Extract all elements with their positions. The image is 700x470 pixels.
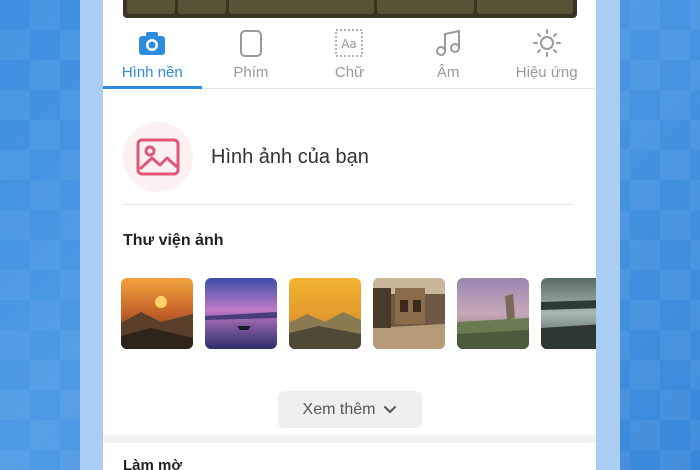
own-photos-icon-wrap — [123, 122, 193, 192]
tab-label: Âm — [436, 64, 460, 81]
phone-screen: Hình nền Phím Aa Chữ Âm Hiệu ứng Hình ản… — [103, 0, 596, 470]
music-note-icon — [436, 29, 461, 56]
see-more-button[interactable]: Xem thêm — [278, 391, 422, 428]
theme-tab-bar: Hình nền Phím Aa Chữ Âm Hiệu ứng — [103, 22, 596, 89]
keyboard-key — [377, 0, 474, 14]
library-photo[interactable] — [457, 278, 529, 349]
keyboard-key — [178, 0, 227, 14]
tab-label: Chữ — [334, 64, 365, 81]
see-more-label: Xem thêm — [302, 400, 376, 418]
own-photos-label: Hình ảnh của bạn — [211, 145, 369, 168]
keyboard-preview — [123, 0, 577, 18]
library-photo[interactable] — [205, 278, 277, 349]
library-photo[interactable] — [121, 278, 193, 349]
tab-label: Hiệu ứng — [515, 64, 578, 81]
photo-library-title: Thư viện ảnh — [123, 232, 224, 249]
keyboard-key — [476, 0, 573, 14]
keyboard-key — [127, 0, 176, 14]
tab-sound[interactable]: Âm — [399, 22, 498, 88]
image-icon — [136, 138, 180, 176]
phone-frame: Hình nền Phím Aa Chữ Âm Hiệu ứng Hình ản… — [80, 0, 620, 470]
key-icon — [239, 30, 262, 57]
camera-icon — [139, 32, 166, 55]
svg-text:Aa: Aa — [342, 37, 358, 51]
tab-label: Phím — [233, 64, 269, 81]
section-divider — [103, 435, 596, 443]
own-photos-row[interactable]: Hình ảnh của bạn — [123, 110, 572, 205]
photo-library-thumbnails — [121, 278, 596, 349]
keyboard-key — [229, 0, 375, 14]
library-photo[interactable] — [373, 278, 445, 349]
blur-section-title: Làm mờ — [123, 457, 183, 470]
tab-effects[interactable]: Hiệu ứng — [497, 22, 596, 88]
chevron-down-icon — [384, 406, 397, 413]
tab-label: Hình nền — [121, 64, 183, 81]
tab-keys[interactable]: Phím — [202, 22, 301, 88]
sun-icon — [532, 29, 561, 57]
font-icon: Aa — [335, 29, 364, 57]
tab-wallpaper[interactable]: Hình nền — [103, 22, 202, 89]
library-photo[interactable] — [289, 278, 361, 349]
tab-font[interactable]: Aa Chữ — [300, 22, 399, 88]
library-photo[interactable] — [541, 278, 596, 349]
